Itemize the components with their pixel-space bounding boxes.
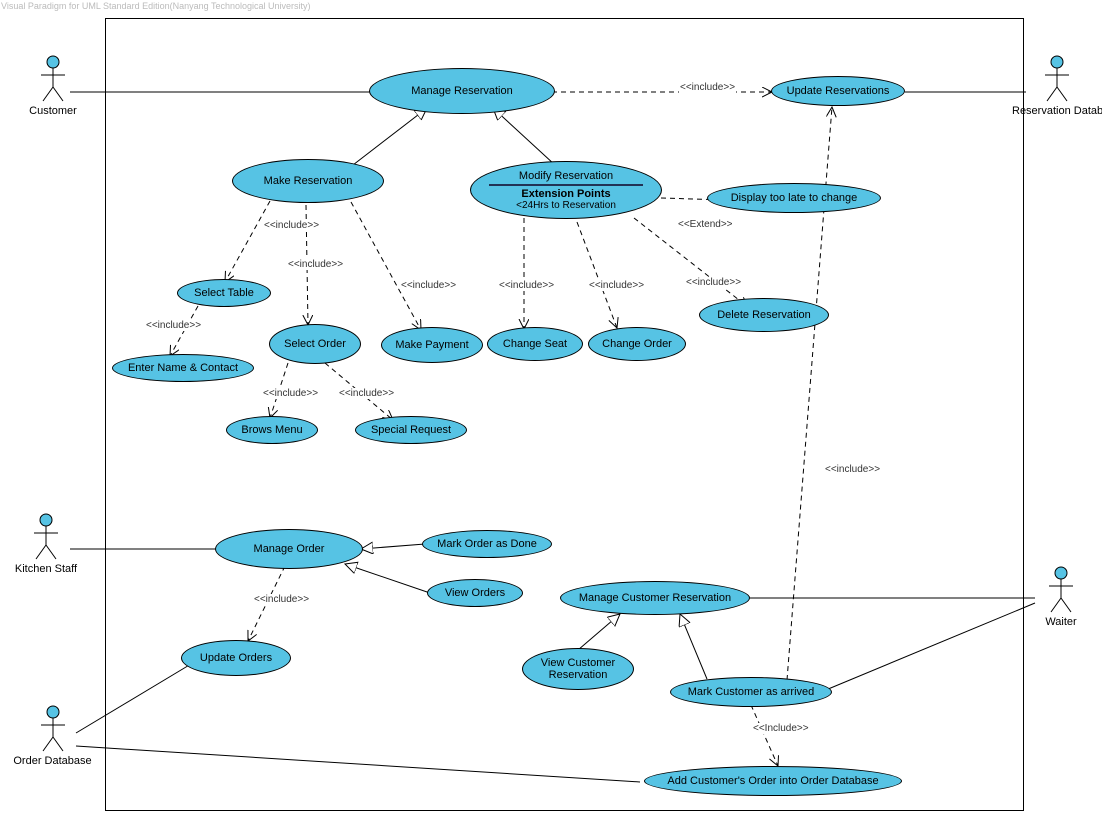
uc-manage-cust-res: Manage Customer Reservation xyxy=(560,581,750,615)
lbl-include-8: <<include>> xyxy=(685,277,742,288)
uc-mark-done: Mark Order as Done xyxy=(422,530,552,558)
actor-waiter: Waiter xyxy=(1026,566,1096,628)
connector-layer xyxy=(0,0,1102,832)
uc-enter-name: Enter Name & Contact xyxy=(112,354,254,382)
uc-modify-reservation-ext: Extension Points <24Hrs to Reservation xyxy=(489,184,644,211)
lbl-include-5: <<include>> xyxy=(400,280,457,291)
lbl-include-1: <<include>> xyxy=(679,82,736,93)
uc-delete-reservation: Delete Reservation xyxy=(699,298,829,332)
lbl-include-11: <<include>> xyxy=(253,594,310,605)
lbl-include-3: <<include>> xyxy=(145,320,202,331)
actor-kitchen-label: Kitchen Staff xyxy=(11,563,81,575)
uc-browse-menu: Brows Menu xyxy=(226,416,318,444)
uc-modify-reservation-title: Modify Reservation xyxy=(519,170,613,182)
uc-make-payment: Make Payment xyxy=(381,327,483,363)
lbl-include-10: <<include>> xyxy=(338,388,395,399)
uc-manage-reservation: Manage Reservation xyxy=(369,68,555,114)
uc-change-order: Change Order xyxy=(588,327,686,361)
lbl-include-7: <<include>> xyxy=(588,280,645,291)
actor-kitchen: Kitchen Staff xyxy=(11,513,81,575)
uc-mark-arrived: Mark Customer as arrived xyxy=(670,677,832,707)
uc-view-cust-res: View Customer Reservation xyxy=(522,648,634,690)
uc-modify-reservation: Modify Reservation Extension Points <24H… xyxy=(470,161,662,219)
actor-orderdb: Order Database xyxy=(10,705,95,767)
uc-update-reservations: Update Reservations xyxy=(771,76,905,106)
actor-waiter-label: Waiter xyxy=(1026,616,1096,628)
actor-customer-label: Customer xyxy=(18,105,88,117)
watermark-text: Visual Paradigm for UML Standard Edition… xyxy=(1,1,311,11)
uc-view-orders: View Orders xyxy=(427,579,523,607)
lbl-include-2: <<include>> xyxy=(263,220,320,231)
actor-customer: Customer xyxy=(18,55,88,117)
lbl-extend: <<Extend>> xyxy=(677,219,734,230)
uc-select-order: Select Order xyxy=(269,324,361,364)
diagram-canvas: Visual Paradigm for UML Standard Edition… xyxy=(0,0,1102,832)
uc-make-reservation: Make Reservation xyxy=(232,159,384,203)
actor-orderdb-label: Order Database xyxy=(10,755,95,767)
uc-update-orders: Update Orders xyxy=(181,640,291,676)
lbl-include-6: <<include>> xyxy=(498,280,555,291)
lbl-include-13: <<include>> xyxy=(824,464,881,475)
lbl-include-9: <<include>> xyxy=(262,388,319,399)
uc-display-too-late: Display too late to change xyxy=(707,183,881,213)
uc-change-seat: Change Seat xyxy=(487,327,583,361)
uc-select-table: Select Table xyxy=(177,279,271,307)
actor-resdb-label: Reservation Database xyxy=(1012,105,1102,117)
lbl-include-4: <<include>> xyxy=(287,259,344,270)
uc-add-to-db: Add Customer's Order into Order Database xyxy=(644,766,902,796)
uc-manage-order: Manage Order xyxy=(215,529,363,569)
actor-resdb: Reservation Database xyxy=(1012,55,1102,117)
lbl-include-12: <<Include>> xyxy=(752,723,810,734)
uc-special-request: Special Request xyxy=(355,416,467,444)
